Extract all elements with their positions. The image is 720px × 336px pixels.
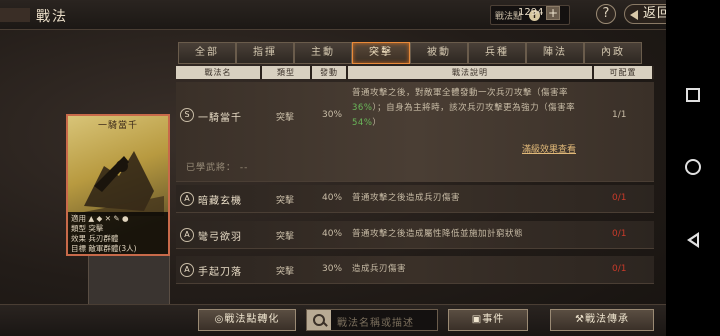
column-header: 可配置 [594, 66, 654, 79]
tactic-name: 手起刀落 [198, 267, 242, 278]
card-type-line: 類型 突擊 [71, 224, 165, 234]
tactic-type: 突擊 [276, 232, 295, 242]
grade-badge: A [180, 263, 194, 277]
search-box[interactable]: 戰法名稱或描述 [306, 309, 438, 331]
tactic-description: 普通攻擊之後造成屬性降低並施加計窮狀態 [352, 229, 524, 239]
column-header: 戰法名 [176, 66, 262, 79]
back-label: 返回 [643, 6, 666, 21]
column-header: 發動 [312, 66, 348, 79]
desc-text: ） [372, 118, 382, 128]
card-title: 一騎當千 [97, 121, 138, 131]
home-icon[interactable] [685, 159, 701, 175]
page-title: 戰法 [36, 9, 68, 25]
tactic-availability: 1/1 [612, 110, 627, 120]
event-label: 事件 [482, 314, 505, 325]
tactic-card[interactable]: 一騎當千 適用 ▲ ◆ ✕ ✎ ● 類型 突擊 效果 兵刃群體 目標 敵軍群體(… [66, 114, 170, 256]
grade-badge: A [180, 192, 194, 206]
troop-type-icons: ▲ ◆ ✕ ✎ ● [88, 214, 129, 223]
card-artwork [74, 151, 164, 216]
tactic-description: 造成兵刃傷害 [352, 264, 407, 274]
desc-text: ）；自身為主將時，該次兵刃攻擊更為強力（傷害率 [372, 103, 576, 113]
inherit-label: 戰法傳承 [584, 314, 629, 325]
category-tabs: 全部 指揮 主動 突擊 被動 兵種 陣法 內政 [178, 42, 642, 64]
android-nav-bar [666, 0, 720, 336]
max-level-effect-link[interactable]: 滿級效果查看 [522, 142, 576, 155]
table-header: 戰法名 類型 發動 戰法說明 可配置 [176, 66, 654, 79]
tactic-description: 普通攻擊之後造成兵刃傷害 [352, 193, 461, 203]
tab-formation[interactable]: 陣法 [526, 42, 584, 64]
bottom-bar: ◎戰法點轉化 戰法名稱或描述 ▣事件 ⚒戰法傳承 [0, 304, 666, 336]
desc-highlight: 54% [352, 118, 373, 128]
back-button[interactable]: 返回 [624, 4, 666, 24]
tactic-description: 普通攻擊之後，對敵軍全體發動一次兵刃攻擊（傷害率 36%）；自身為主將時，該次兵刃… [352, 86, 592, 131]
help-button[interactable]: ? [596, 4, 616, 24]
tactic-type: 突擊 [276, 267, 295, 277]
grade-badge: A [180, 228, 194, 242]
card-label: 效果 [71, 234, 86, 243]
card-value: 兵刃群體 [88, 234, 119, 243]
recent-apps-icon[interactable] [686, 88, 700, 102]
tactic-rate: 30% [322, 264, 343, 274]
tab-assault[interactable]: 突擊 [352, 42, 410, 64]
tactic-name: 彎弓欲羽 [198, 232, 242, 243]
tactic-rate: 30% [322, 110, 343, 120]
card-label: 目標 [71, 244, 86, 253]
tactic-availability: 0/1 [612, 193, 627, 203]
desc-text: 普通攻擊之後，對敵軍全體發動一次兵刃攻擊（傷害率 [352, 88, 569, 98]
tab-passive[interactable]: 被動 [410, 42, 468, 64]
tactic-rate: 40% [322, 229, 343, 239]
tab-command[interactable]: 指揮 [236, 42, 294, 64]
event-button[interactable]: ▣事件 [448, 309, 528, 331]
table-row[interactable]: A 彎弓欲羽 突擊 40% 普通攻擊之後造成屬性降低並施加計窮狀態 0/1 [176, 221, 654, 249]
add-points-button[interactable]: + [546, 6, 560, 20]
card-value: 敵軍群體(3人) [88, 244, 137, 253]
tab-troop[interactable]: 兵種 [468, 42, 526, 64]
card-info-panel: 適用 ▲ ◆ ✕ ✎ ● 類型 突擊 效果 兵刃群體 目標 敵軍群體(3人) [68, 212, 168, 254]
top-bar: 戰法 戰法點 i 1294 + ? 返回 [0, 0, 666, 30]
inherit-button[interactable]: ⚒戰法傳承 [550, 309, 654, 331]
card-value: 突擊 [88, 224, 104, 233]
grade-badge: S [180, 108, 194, 122]
back-triangle-inner [691, 236, 697, 244]
search-placeholder: 戰法名稱或描述 [337, 318, 414, 329]
tactic-name: 一騎當千 [198, 113, 242, 124]
column-header: 類型 [262, 66, 312, 79]
tactic-availability: 0/1 [612, 229, 627, 239]
tactic-availability: 0/1 [612, 264, 627, 274]
card-label: 適用 [71, 214, 86, 223]
back-arrow-icon [630, 10, 638, 20]
tactic-name: 暗藏玄機 [198, 196, 242, 207]
desc-highlight: 36% [352, 103, 373, 113]
column-header: 戰法說明 [348, 66, 594, 79]
card-applicable-line: 適用 ▲ ◆ ✕ ✎ ● [71, 214, 165, 224]
tactic-rate: 40% [322, 193, 343, 203]
learned-generals: 已學武將： -- [186, 163, 249, 173]
search-icon[interactable] [307, 310, 331, 330]
tactic-type: 突擊 [276, 196, 295, 206]
tab-internal[interactable]: 內政 [584, 42, 642, 64]
tactic-type: 突擊 [276, 113, 295, 123]
title-ornament [0, 8, 30, 22]
table-row[interactable]: A 手起刀落 突擊 30% 造成兵刃傷害 0/1 [176, 256, 654, 284]
convert-points-button[interactable]: ◎戰法點轉化 [198, 309, 296, 331]
points-value: 1294 [518, 7, 544, 18]
game-screen: 戰法 戰法點 i 1294 + ? 返回 全部 指揮 主動 突擊 被動 兵種 陣… [0, 0, 666, 336]
table-row[interactable]: A 暗藏玄機 突擊 40% 普通攻擊之後造成兵刃傷害 0/1 [176, 185, 654, 213]
tab-active[interactable]: 主動 [294, 42, 352, 64]
tab-all[interactable]: 全部 [178, 42, 236, 64]
table-row-selected[interactable]: S 一騎當千 突擊 30% 普通攻擊之後，對敵軍全體發動一次兵刃攻擊（傷害率 36… [176, 82, 654, 182]
card-label: 類型 [71, 224, 86, 233]
card-target-line: 目標 敵軍群體(3人) [71, 244, 165, 254]
convert-label: 戰法點轉化 [224, 314, 280, 325]
card-effect-line: 效果 兵刃群體 [71, 234, 165, 244]
